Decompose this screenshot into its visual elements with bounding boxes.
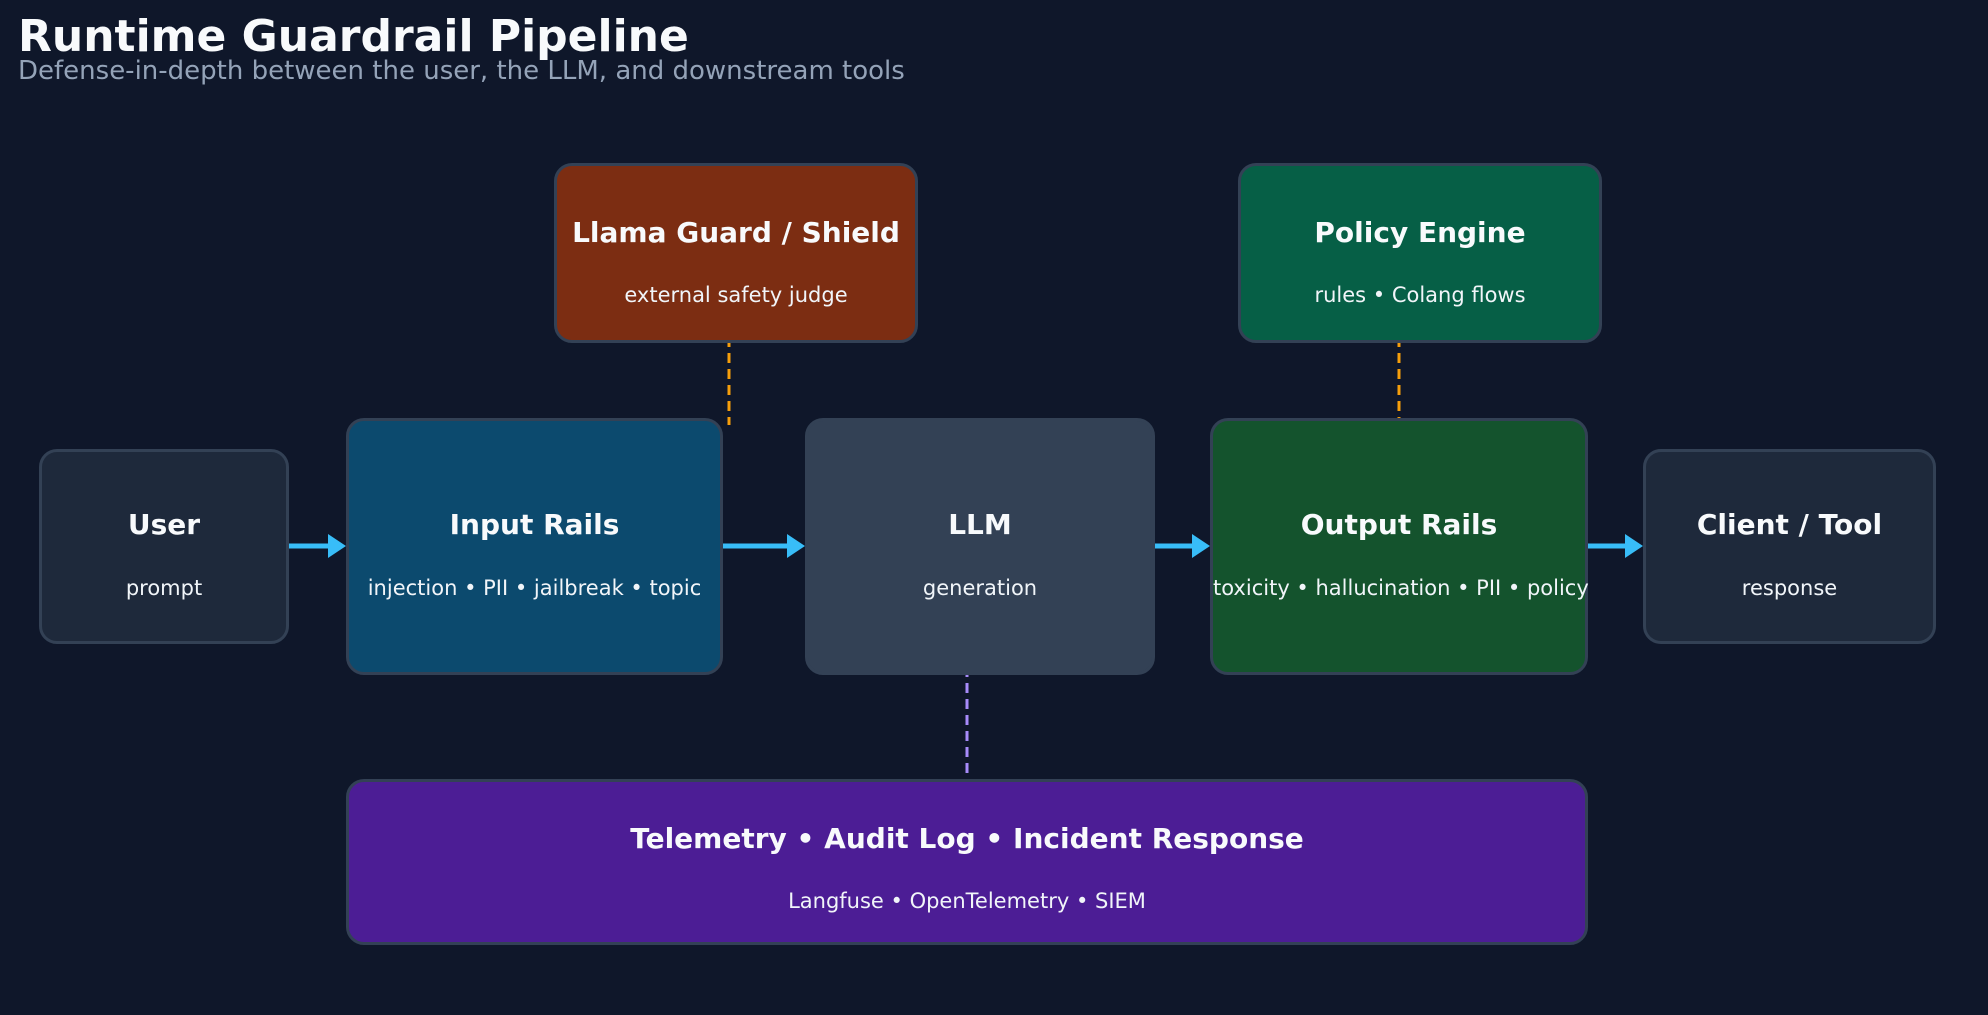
node-client-tool-subtitle: response bbox=[1741, 576, 1838, 600]
node-client-tool: Client / Tool response bbox=[1643, 449, 1936, 644]
node-input-rails: Input Rails injection • PII • jailbreak … bbox=[346, 418, 723, 675]
node-user-title: User bbox=[127, 508, 201, 541]
node-user: User prompt bbox=[39, 449, 289, 644]
node-llama-guard-subtitle: external safety judge bbox=[624, 283, 848, 307]
node-llm-title: LLM bbox=[948, 508, 1012, 541]
node-llm: LLM generation bbox=[805, 418, 1155, 675]
node-llama-guard: Llama Guard / Shield external safety jud… bbox=[554, 163, 918, 343]
arrowhead-output-rails-to-client bbox=[1625, 534, 1643, 558]
arrowhead-input-rails-to-llm bbox=[787, 534, 805, 558]
node-output-rails: Output Rails toxicity • hallucination • … bbox=[1210, 418, 1589, 675]
node-policy-engine: Policy Engine rules • Colang flows bbox=[1238, 163, 1602, 343]
arrowhead-user-to-input-rails bbox=[328, 534, 346, 558]
node-llm-subtitle: generation bbox=[922, 576, 1038, 600]
node-telemetry: Telemetry • Audit Log • Incident Respons… bbox=[346, 779, 1588, 945]
node-user-subtitle: prompt bbox=[125, 576, 203, 600]
arrowhead-llm-to-output-rails bbox=[1192, 534, 1210, 558]
node-output-rails-title: Output Rails bbox=[1300, 508, 1498, 541]
node-input-rails-subtitle: injection • PII • jailbreak • topic bbox=[367, 576, 702, 600]
node-telemetry-title: Telemetry • Audit Log • Incident Respons… bbox=[630, 822, 1304, 855]
node-input-rails-title: Input Rails bbox=[449, 508, 620, 541]
node-telemetry-subtitle: Langfuse • OpenTelemetry • SIEM bbox=[788, 889, 1146, 913]
node-policy-engine-title: Policy Engine bbox=[1314, 216, 1526, 249]
node-llama-guard-title: Llama Guard / Shield bbox=[572, 216, 900, 249]
node-policy-engine-subtitle: rules • Colang flows bbox=[1314, 283, 1526, 307]
node-client-tool-title: Client / Tool bbox=[1696, 508, 1883, 541]
node-output-rails-subtitle: toxicity • hallucination • PII • policy bbox=[1213, 576, 1589, 600]
